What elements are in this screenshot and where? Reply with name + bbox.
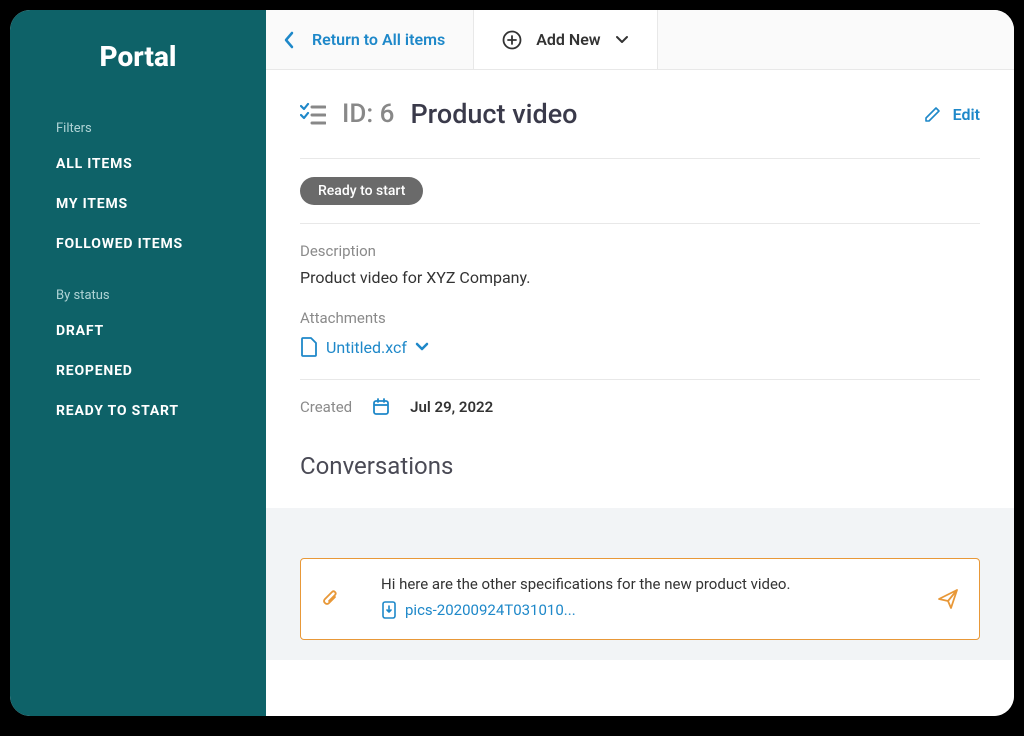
app-logo: Portal [10, 25, 266, 113]
sidebar-item-my-items[interactable]: MY ITEMS [10, 186, 266, 222]
title-group: ID: 6 Product video [300, 98, 578, 130]
add-new-button[interactable]: Add New [473, 10, 657, 69]
calendar-icon [372, 398, 390, 416]
item-id: ID: 6 [342, 99, 394, 129]
attachment-name: Untitled.xcf [326, 338, 407, 357]
message-content: Hi here are the other specifications for… [353, 575, 923, 623]
description-value: Product video for XYZ Company. [300, 268, 980, 287]
sidebar-item-ready-to-start[interactable]: READY TO START [10, 393, 266, 429]
created-label: Created [300, 398, 352, 416]
sidebar-item-followed-items[interactable]: FOLLOWED ITEMS [10, 226, 266, 262]
checklist-icon [300, 102, 326, 126]
status-section: Ready to start [300, 159, 980, 224]
send-icon[interactable] [937, 588, 959, 610]
plus-circle-icon [502, 30, 522, 50]
file-download-icon [381, 601, 397, 619]
sidebar-item-all-items[interactable]: ALL ITEMS [10, 146, 266, 182]
attachment-link[interactable]: Untitled.xcf [300, 337, 429, 357]
chevron-down-icon [415, 342, 429, 352]
conversations-heading: Conversations [300, 440, 980, 508]
return-label: Return to All items [312, 30, 445, 49]
chevron-left-icon [284, 31, 294, 49]
created-date: Jul 29, 2022 [410, 398, 493, 416]
description-section: Description Product video for XYZ Compan… [300, 224, 980, 380]
sidebar-item-draft[interactable]: DRAFT [10, 313, 266, 349]
topbar: Return to All items Add New [266, 10, 1014, 70]
file-icon [300, 337, 318, 357]
sidebar-item-reopened[interactable]: REOPENED [10, 353, 266, 389]
chevron-down-icon [615, 35, 629, 45]
message-file-link[interactable]: pics-20200924T031010... [353, 601, 576, 619]
status-badge: Ready to start [300, 177, 423, 205]
edit-label: Edit [953, 105, 980, 124]
item-title: Product video [410, 98, 577, 130]
description-label: Description [300, 242, 980, 260]
status-label: By status [10, 280, 266, 313]
message-composer[interactable]: Hi here are the other specifications for… [300, 558, 980, 640]
sidebar: Portal Filters ALL ITEMS MY ITEMS FOLLOW… [10, 10, 266, 716]
message-text: Hi here are the other specifications for… [353, 575, 923, 593]
filters-label: Filters [10, 113, 266, 146]
paperclip-icon[interactable] [321, 589, 339, 609]
conversation-area: Hi here are the other specifications for… [266, 508, 1014, 660]
content-area: ID: 6 Product video Edit Ready to start … [266, 70, 1014, 716]
pencil-icon [924, 106, 941, 123]
add-new-label: Add New [536, 30, 600, 49]
message-file-name: pics-20200924T031010... [405, 601, 576, 619]
main-panel: Return to All items Add New ID: 6 Produc… [266, 10, 1014, 716]
return-link[interactable]: Return to All items [266, 10, 473, 69]
created-row: Created Jul 29, 2022 [300, 380, 980, 440]
app-frame: Portal Filters ALL ITEMS MY ITEMS FOLLOW… [10, 10, 1014, 716]
attachments-label: Attachments [300, 309, 980, 327]
item-header: ID: 6 Product video Edit [300, 98, 980, 159]
edit-button[interactable]: Edit [924, 105, 980, 124]
